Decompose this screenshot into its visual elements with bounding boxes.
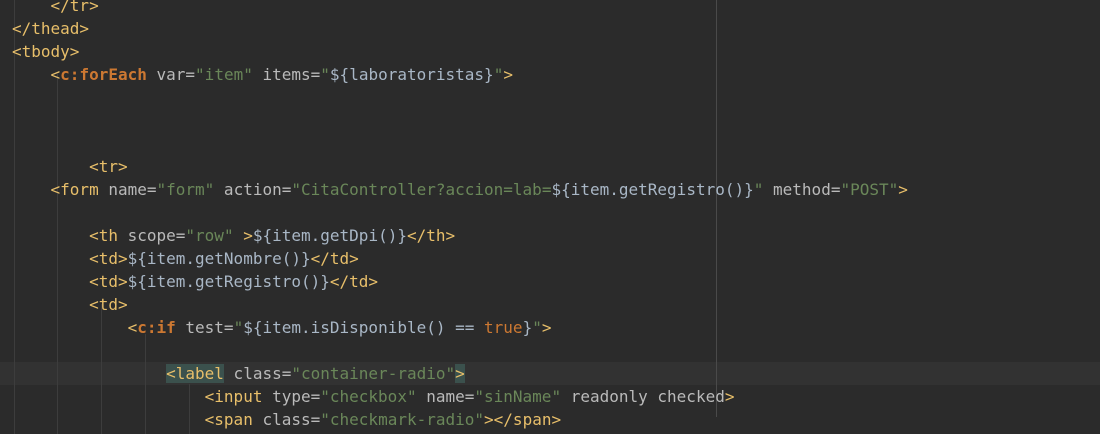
code-token: ></span> (484, 410, 562, 429)
code-line[interactable]: <th scope="row" >${item.getDpi()}</th> (12, 224, 455, 247)
code-line[interactable]: <c:forEach var="item" items="${laborator… (12, 63, 513, 86)
code-token: "container-radio" (291, 364, 456, 383)
code-token: <form (50, 180, 99, 199)
code-line[interactable]: <tbody> (12, 40, 79, 63)
code-token: class= (223, 364, 292, 383)
code-token: < (127, 318, 138, 337)
code-token: == (455, 318, 475, 337)
code-token: "form" (156, 180, 215, 199)
code-token: ${item.getRegistro()} (551, 180, 754, 199)
code-line[interactable]: <td>${item.getRegistro()}</td> (12, 270, 378, 293)
code-token: > (724, 387, 735, 406)
code-token: action= (214, 180, 292, 199)
code-token: "sinName" (474, 387, 562, 406)
code-token: <input (204, 387, 263, 406)
code-token: " (320, 65, 330, 84)
code-line[interactable]: <form name="form" action="CitaController… (12, 178, 908, 201)
code-token: var= (146, 65, 196, 84)
code-token: " (233, 318, 244, 337)
code-token: c:if (137, 318, 176, 337)
code-token: <td> (89, 249, 128, 268)
code-token: name= (416, 387, 475, 406)
code-token: scope= (117, 226, 186, 245)
code-token: </thead> (12, 19, 90, 38)
code-token: > (898, 180, 908, 199)
code-line[interactable]: <tr> (12, 155, 128, 178)
code-token: name= (98, 180, 157, 199)
code-token: ${item.getDpi()} (252, 226, 407, 245)
code-token: > (233, 226, 253, 245)
code-token: <tr> (89, 157, 128, 176)
right-margin-guide (716, 0, 717, 417)
code-line[interactable]: <label class="container-radio"> (12, 362, 465, 385)
code-token: " (493, 65, 504, 84)
code-token: </td> (329, 272, 379, 291)
code-token: <td> (89, 272, 128, 291)
code-token: true (484, 318, 523, 337)
code-token: c:forEach (60, 65, 147, 84)
code-token: <label (166, 364, 224, 383)
code-token: < (50, 65, 61, 84)
code-token: > (455, 364, 465, 383)
code-token: <th (89, 226, 118, 245)
code-line[interactable]: <c:if test="${item.isDisponible() == tru… (12, 316, 552, 339)
code-token: " (532, 318, 542, 337)
code-line[interactable]: <td>${item.getNombre()}</td> (12, 247, 359, 270)
code-token: readonly checked (561, 387, 725, 406)
code-editor[interactable]: </tr> </thead> <tbody> <c:forEach var="ite… (0, 0, 1100, 434)
code-token: > (541, 318, 552, 337)
code-token: </td> (310, 249, 359, 268)
code-line[interactable]: </thead> (12, 17, 89, 40)
code-token: <tbody> (12, 42, 80, 61)
code-line[interactable]: <span class="checkmark-radio"></span> (12, 408, 561, 431)
code-token: "checkbox" (320, 387, 417, 406)
code-token: "row" (185, 226, 234, 245)
code-token: ${laboratoristas} (329, 65, 494, 84)
code-token: type= (262, 387, 321, 406)
code-token: "POST" (840, 180, 899, 199)
code-token: " (753, 180, 764, 199)
code-token: </th> (406, 226, 456, 245)
code-token: test= (175, 318, 234, 337)
code-token: class= (252, 410, 321, 429)
code-token: </tr> (50, 0, 99, 15)
code-token: items= (252, 65, 321, 84)
code-token: > (503, 65, 513, 84)
code-token: ${item.getRegistro()} (127, 272, 330, 291)
code-token: <span (204, 410, 253, 429)
code-token: "CitaController?accion=lab= (291, 180, 552, 199)
code-token: ${item.getNombre()} (127, 249, 311, 268)
code-line[interactable]: <input type="checkbox" name="sinName" re… (12, 385, 735, 408)
code-token: } (522, 318, 533, 337)
code-token: "item" (195, 65, 253, 84)
code-token: <td> (89, 295, 128, 314)
code-line[interactable]: </tr> (12, 0, 99, 17)
code-line[interactable]: <td> (12, 293, 128, 316)
code-token: method= (763, 180, 841, 199)
code-token: "checkmark-radio" (320, 410, 485, 429)
code-token: ${item.isDisponible() (243, 318, 456, 337)
